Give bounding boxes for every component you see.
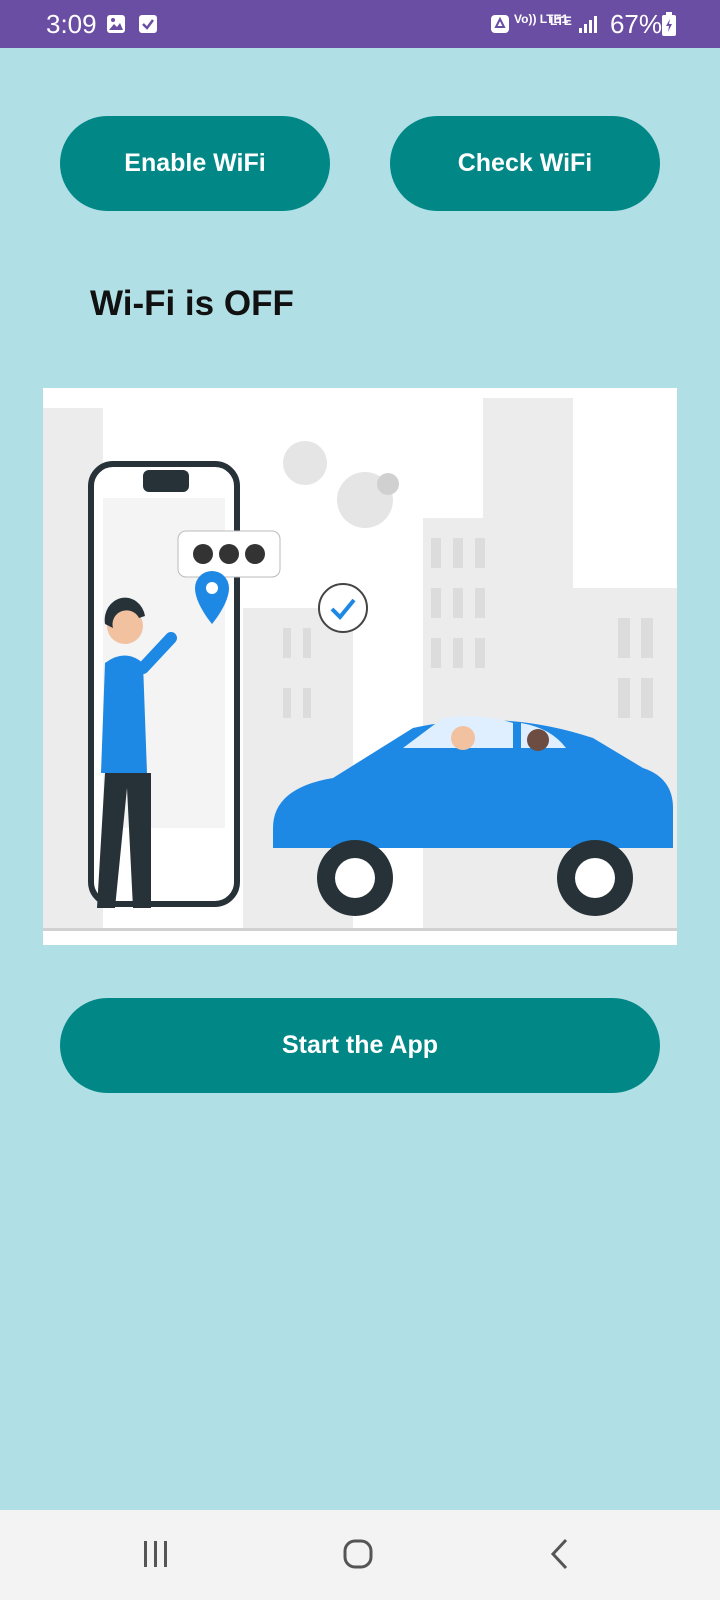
start-app-button[interactable]: Start the App <box>60 998 660 1093</box>
home-icon <box>343 1539 373 1569</box>
gallery-icon <box>107 15 125 33</box>
battery-percent: 67% <box>609 9 662 39</box>
status-bar: 3:09 Vo)) LTE1 LTE 67% <box>0 0 720 48</box>
recycle-icon <box>491 15 509 33</box>
wifi-status-text: Wi-Fi is OFF <box>90 284 294 323</box>
back-icon <box>550 1538 568 1570</box>
recent-apps-icon <box>144 1541 167 1567</box>
battery-charging-icon <box>662 12 676 36</box>
navigation-bar <box>0 1510 720 1600</box>
clock: 3:09 <box>46 9 97 39</box>
enable-wifi-button[interactable]: Enable WiFi <box>60 116 330 211</box>
back-button[interactable] <box>530 1532 590 1576</box>
home-button[interactable] <box>328 1532 388 1576</box>
recent-apps-button[interactable] <box>126 1532 186 1576</box>
lte-label: LTE <box>550 14 572 28</box>
checkbox-icon <box>139 15 157 33</box>
illustration-taxi-app <box>43 388 677 945</box>
check-wifi-button[interactable]: Check WiFi <box>390 116 660 211</box>
signal-icon <box>579 16 597 33</box>
